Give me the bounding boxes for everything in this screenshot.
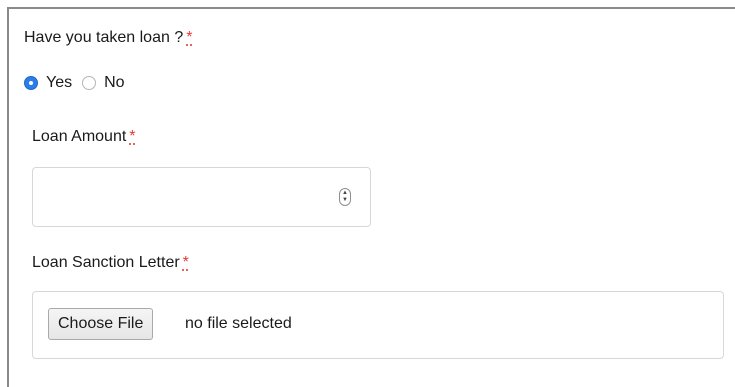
loan-amount-text: Loan Amount [32, 128, 127, 145]
file-upload-field: Choose File no file selected [32, 291, 724, 359]
required-marker: * [182, 254, 189, 271]
required-marker: * [186, 29, 193, 46]
file-status-text: no file selected [185, 315, 292, 332]
no-radio-button[interactable] [82, 76, 97, 90]
yes-radio-label[interactable]: Yes [46, 74, 72, 92]
loan-amount-input[interactable]: ▲ ▼ [32, 167, 371, 227]
yes-radio-button[interactable] [24, 76, 38, 90]
chevron-up-icon[interactable]: ▲ [342, 190, 348, 197]
sanction-letter-label: Loan Sanction Letter * [32, 253, 189, 273]
required-marker: * [129, 128, 136, 145]
no-radio-label[interactable]: No [104, 74, 124, 92]
chevron-down-icon[interactable]: ▼ [342, 197, 348, 204]
loan-question-text: Have you taken loan ? [24, 29, 184, 46]
choose-file-button[interactable]: Choose File [48, 308, 154, 340]
loan-radio-group: Yes No [24, 72, 135, 94]
loan-question-label: Have you taken loan ? * [24, 28, 192, 48]
sanction-letter-text: Loan Sanction Letter [32, 254, 180, 271]
loan-amount-label: Loan Amount * [32, 127, 136, 147]
number-stepper-icon[interactable]: ▲ ▼ [339, 188, 351, 206]
